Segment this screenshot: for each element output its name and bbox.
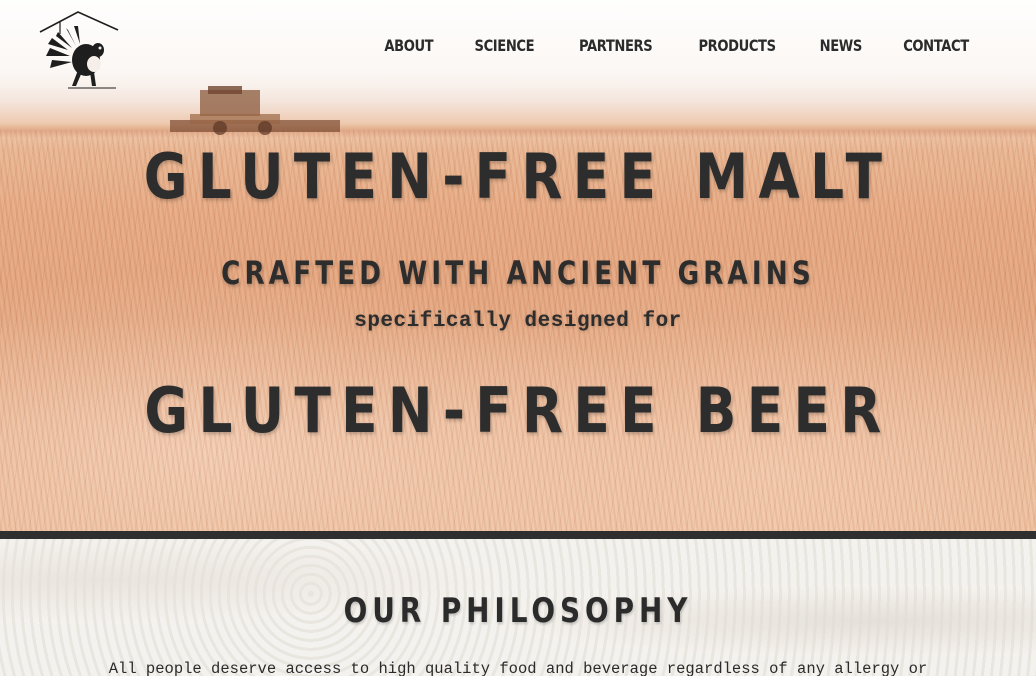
nav-link-about[interactable]: ABOUT [384, 36, 433, 55]
page: ABOUT SCIENCE PARTNERS PRODUCTS NEWS CON… [0, 0, 1036, 676]
sage-grouse-logo[interactable] [38, 10, 120, 90]
philosophy-heading: OUR PHILOSOPHY [343, 591, 693, 631]
nav-list: ABOUT SCIENCE PARTNERS PRODUCTS NEWS CON… [379, 36, 976, 56]
philosophy-section: OUR PHILOSOPHY All people deserve access… [0, 539, 1036, 676]
nav-link-products[interactable]: PRODUCTS [699, 36, 777, 55]
hero-title: GLUTEN-FREE MALT [143, 140, 893, 213]
hero-tagline: specifically designed for [354, 310, 682, 333]
hero-subtitle: CRAFTED WITH ANCIENT GRAINS [221, 254, 815, 292]
nav-link-science[interactable]: SCIENCE [475, 36, 535, 55]
nav-item-science: SCIENCE [468, 36, 541, 56]
hero-title-secondary: GLUTEN-FREE BEER [144, 374, 892, 447]
nav-item-news: NEWS [815, 36, 867, 56]
nav-item-about: ABOUT [379, 36, 439, 56]
philosophy-text: All people deserve access to high qualit… [108, 660, 928, 676]
nav-item-partners: PARTNERS [571, 36, 660, 56]
nav-link-news[interactable]: NEWS [819, 36, 862, 55]
nav-item-contact: CONTACT [896, 36, 976, 56]
combine-harvester-image [170, 86, 340, 135]
nav-link-partners[interactable]: PARTNERS [579, 36, 653, 55]
horizon-line [0, 124, 1036, 138]
hero-section: ABOUT SCIENCE PARTNERS PRODUCTS NEWS CON… [0, 0, 1036, 531]
nav-link-contact[interactable]: CONTACT [903, 36, 969, 55]
section-divider [0, 531, 1036, 539]
nav-item-products: PRODUCTS [690, 36, 784, 56]
